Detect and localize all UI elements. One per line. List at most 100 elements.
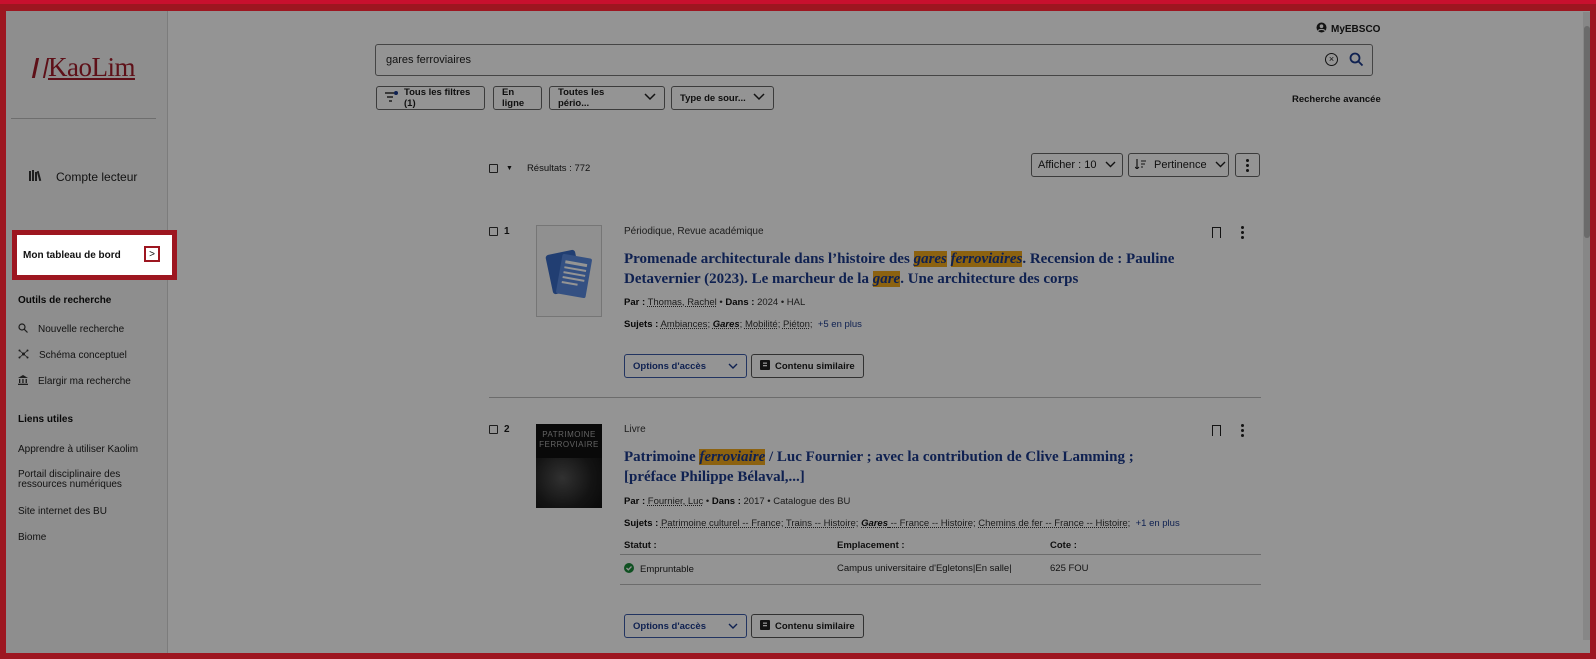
- status-value: Empruntable: [624, 563, 694, 576]
- result-2-actions: [1212, 424, 1244, 437]
- status-header: Statut :: [624, 540, 657, 551]
- top-accent-bar: [0, 0, 1596, 4]
- nouvelle-recherche-link[interactable]: Nouvelle recherche: [18, 323, 124, 336]
- kebab-icon: [1246, 158, 1249, 172]
- chevron-down-icon: [644, 92, 656, 104]
- sidebar-divider: [11, 118, 156, 119]
- holdings-divider: [620, 584, 1261, 585]
- chevron-down-icon: [728, 621, 738, 632]
- result-1-byline: Par : Thomas, Rachel • Dans : 2024 • HAL: [624, 297, 806, 308]
- call-number-header: Cote :: [1050, 540, 1077, 551]
- result-2-select[interactable]: 2: [489, 424, 510, 435]
- result-1-type: Périodique, Revue académique: [624, 226, 764, 237]
- search-box[interactable]: gares ferroviaires ×: [375, 44, 1373, 76]
- similar-icon: [760, 359, 770, 373]
- compte-lecteur-link[interactable]: Compte lecteur: [29, 170, 137, 184]
- result-checkbox[interactable]: [489, 425, 498, 434]
- result-2-byline: Par : Fournier, Luc • Dans : 2017 • Cata…: [624, 496, 851, 507]
- subject-link[interactable]: Trains -- Histoire: [786, 518, 856, 529]
- result-2-subjects: Sujets : Patrimoine culturel -- France; …: [624, 518, 1180, 529]
- dashboard-link[interactable]: Mon tableau de bord >: [12, 230, 177, 280]
- sort-icon: [1134, 158, 1146, 172]
- schema-conceptuel-link[interactable]: Schéma conceptuel: [18, 349, 127, 362]
- more-subjects-link[interactable]: +5 en plus: [818, 319, 862, 330]
- results-count: Résultats : 772: [526, 163, 591, 174]
- per-page-dropdown[interactable]: Afficher : 10: [1031, 153, 1123, 177]
- select-dropdown-icon[interactable]: ▼: [506, 165, 513, 172]
- subject-link[interactable]: Chemins de fer -- France -- Histoire: [978, 518, 1127, 529]
- institution-icon: [18, 375, 28, 388]
- source-type-dropdown[interactable]: Type de sour...: [671, 86, 774, 110]
- filter-icon: [385, 91, 398, 105]
- clear-icon[interactable]: ×: [1325, 53, 1338, 66]
- subject-link[interactable]: Patrimoine culturel -- France: [661, 518, 781, 529]
- link-biome[interactable]: Biome: [18, 532, 46, 543]
- result-1-actions: [1212, 226, 1244, 239]
- link-portail[interactable]: Portail disciplinaire des ressources num…: [18, 470, 138, 490]
- call-number-value: 625 FOU: [1050, 563, 1089, 574]
- author-link[interactable]: Fournier, Luc: [648, 496, 703, 507]
- links-title: Liens utiles: [18, 414, 74, 425]
- check-circle-icon: [624, 563, 634, 576]
- holdings-divider: [620, 554, 1261, 555]
- location-value: Campus universitaire d'Egletons|En salle…: [837, 563, 1012, 574]
- result-divider: [489, 397, 1261, 398]
- chevron-down-icon: [753, 92, 765, 104]
- search-input[interactable]: gares ferroviaires: [386, 54, 471, 66]
- scrollbar[interactable]: [1583, 12, 1591, 640]
- all-filters-button[interactable]: Tous les filtres (1): [376, 86, 485, 110]
- result-1-thumbnail[interactable]: [536, 225, 602, 317]
- kaolim-logo[interactable]: KaoLim: [31, 52, 135, 83]
- tools-title: Outils de recherche: [18, 295, 112, 306]
- subject-link[interactable]: Ambiances: [660, 319, 707, 330]
- link-site-bu[interactable]: Site internet des BU: [18, 506, 107, 517]
- advanced-search-link[interactable]: Recherche avancée: [1292, 94, 1381, 105]
- search-icon: [18, 323, 28, 336]
- access-options-button[interactable]: Options d'accès: [624, 354, 748, 378]
- result-checkbox[interactable]: [489, 227, 498, 236]
- highlight: ferroviaire: [699, 449, 766, 465]
- similar-icon: [760, 619, 770, 633]
- books-icon: [31, 58, 50, 78]
- myebsco-link[interactable]: MyEBSCO: [1316, 22, 1380, 36]
- kebab-icon[interactable]: [1241, 226, 1244, 239]
- more-options-button[interactable]: [1235, 153, 1260, 177]
- access-options-button[interactable]: Options d'accès: [624, 614, 748, 638]
- chevron-down-icon: [1105, 159, 1116, 171]
- scrollbar-thumb[interactable]: [1584, 26, 1590, 238]
- kebab-icon[interactable]: [1241, 424, 1244, 437]
- author-link[interactable]: Thomas, Rachel: [648, 297, 717, 308]
- bookmark-icon[interactable]: [1212, 425, 1221, 436]
- result-1-select[interactable]: 1: [489, 226, 510, 237]
- user-icon: [1316, 22, 1327, 36]
- result-2-title[interactable]: Patrimoine ferroviaire / Luc Fournier ; …: [624, 447, 1184, 487]
- sidebar: KaoLim Compte lecteur Outils de recherch…: [0, 0, 168, 659]
- link-apprendre[interactable]: Apprendre à utiliser Kaolim: [18, 444, 138, 455]
- similar-content-button[interactable]: Contenu similaire: [751, 614, 864, 638]
- library-icon: [29, 170, 42, 184]
- subject-link[interactable]: Gares -- France -- Histoire: [861, 518, 973, 529]
- results-bar: ▼ Résultats : 772: [489, 163, 590, 174]
- elargir-recherche-link[interactable]: Elargir ma recherche: [18, 375, 131, 388]
- sort-dropdown[interactable]: Pertinence: [1128, 153, 1229, 177]
- more-subjects-link[interactable]: +1 en plus: [1136, 518, 1180, 529]
- result-2-cover[interactable]: PATRIMOINE FERROVIAIRE: [536, 424, 602, 508]
- highlight: gares: [913, 251, 947, 267]
- chevron-down-icon: [728, 361, 738, 372]
- concept-map-icon: [18, 349, 29, 362]
- bookmark-icon[interactable]: [1212, 227, 1221, 238]
- periods-dropdown[interactable]: Toutes les pério...: [549, 86, 665, 110]
- result-2-type: Livre: [624, 424, 646, 435]
- result-1-title[interactable]: Promenade architecturale dans l’histoire…: [624, 249, 1184, 289]
- subject-link[interactable]: Gares: [713, 319, 740, 330]
- chevron-down-icon: [1215, 159, 1226, 171]
- online-filter-button[interactable]: En ligne: [493, 86, 542, 110]
- subject-link[interactable]: Mobilité: [745, 319, 778, 330]
- search-icon[interactable]: [1349, 52, 1364, 72]
- similar-content-button[interactable]: Contenu similaire: [751, 354, 864, 378]
- subject-link[interactable]: Piéton: [783, 319, 810, 330]
- highlight: gare: [872, 271, 901, 287]
- chevron-right-icon[interactable]: >: [144, 246, 160, 262]
- location-header: Emplacement :: [837, 540, 905, 551]
- select-all-checkbox[interactable]: [489, 164, 498, 173]
